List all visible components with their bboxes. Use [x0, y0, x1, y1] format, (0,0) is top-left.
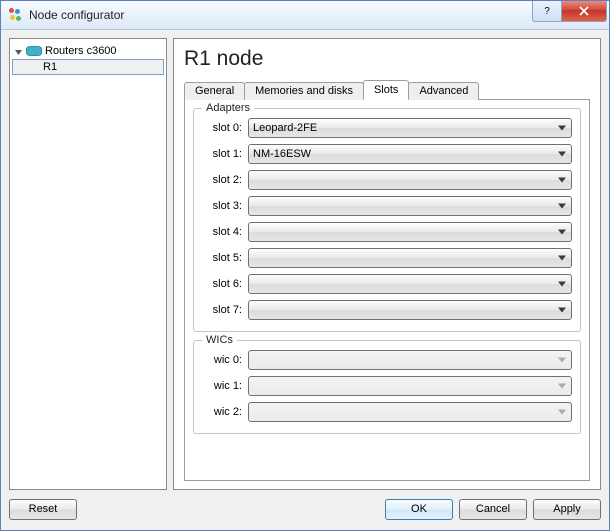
tab-advanced[interactable]: Advanced: [408, 82, 479, 100]
window-body: Routers c3600 R1 R1 node General Memorie…: [1, 30, 609, 530]
slot-row-7: slot 7:: [202, 299, 572, 321]
tree-node-r1[interactable]: R1: [12, 59, 164, 75]
chevron-down-icon: [558, 178, 566, 183]
slot-label-5: slot 5:: [202, 252, 248, 264]
group-wics-title: WICs: [202, 334, 237, 346]
app-icon: [7, 7, 23, 23]
chevron-down-icon: [558, 282, 566, 287]
window-controls: ?: [532, 1, 607, 21]
chevron-down-icon: [558, 384, 566, 389]
chevron-down-icon: [558, 126, 566, 131]
node-configurator-window: Node configurator ? Routers c3600: [0, 0, 610, 531]
tree-root-label: Routers c3600: [45, 45, 117, 57]
wic-label-1: wic 1:: [202, 380, 248, 392]
page-title: R1 node: [184, 47, 590, 70]
slot-label-4: slot 4:: [202, 226, 248, 238]
wic-label-2: wic 2:: [202, 406, 248, 418]
slot-value-0: Leopard-2FE: [253, 122, 317, 134]
cancel-button[interactable]: Cancel: [459, 499, 527, 520]
wic-label-0: wic 0:: [202, 354, 248, 366]
slot-select-2[interactable]: [248, 170, 572, 190]
close-icon: [579, 6, 589, 16]
slot-row-5: slot 5:: [202, 247, 572, 269]
wic-row-1: wic 1:: [202, 375, 572, 397]
content-panel: R1 node General Memories and disks Slots…: [173, 38, 601, 490]
slot-select-5[interactable]: [248, 248, 572, 268]
slot-select-7[interactable]: [248, 300, 572, 320]
reset-button[interactable]: Reset: [9, 499, 77, 520]
chevron-down-icon: [558, 410, 566, 415]
slot-label-3: slot 3:: [202, 200, 248, 212]
chevron-down-icon: [558, 204, 566, 209]
slot-label-1: slot 1:: [202, 148, 248, 160]
chevron-down-icon: [558, 152, 566, 157]
router-icon: [26, 46, 42, 56]
slot-select-4[interactable]: [248, 222, 572, 242]
titlebar: Node configurator ?: [1, 1, 609, 30]
dialog-footer: Reset OK Cancel Apply: [9, 496, 601, 522]
chevron-down-icon: [558, 256, 566, 261]
slot-select-3[interactable]: [248, 196, 572, 216]
wic-select-0: [248, 350, 572, 370]
slot-label-2: slot 2:: [202, 174, 248, 186]
chevron-down-icon: [558, 230, 566, 235]
slot-select-0[interactable]: Leopard-2FE: [248, 118, 572, 138]
slot-row-2: slot 2:: [202, 169, 572, 191]
help-icon: ?: [544, 6, 550, 17]
tab-content-slots: Adapters slot 0: Leopard-2FE slot 1: NM-16E…: [184, 100, 590, 481]
wic-select-2: [248, 402, 572, 422]
slot-row-6: slot 6:: [202, 273, 572, 295]
apply-button[interactable]: Apply: [533, 499, 601, 520]
group-adapters-title: Adapters: [202, 102, 254, 114]
group-adapters: Adapters slot 0:Leopard-2FEslot 1:NM-16E…: [193, 108, 581, 332]
slot-row-1: slot 1: NM-16ESW: [202, 143, 572, 165]
tab-bar: General Memories and disks Slots Advance…: [184, 78, 590, 100]
slot-value-1: NM-16ESW: [253, 148, 311, 160]
help-button[interactable]: ?: [532, 1, 561, 22]
slot-label-7: slot 7:: [202, 304, 248, 316]
wic-row-2: wic 2:: [202, 401, 572, 423]
slot-row-3: slot 3:: [202, 195, 572, 217]
tab-memories[interactable]: Memories and disks: [244, 82, 364, 100]
group-wics: WICs wic 0:wic 1:wic 2:: [193, 340, 581, 434]
slot-row-0: slot 0: Leopard-2FE: [202, 117, 572, 139]
expander-icon[interactable]: [14, 47, 23, 56]
wic-select-1: [248, 376, 572, 396]
main-area: Routers c3600 R1 R1 node General Memorie…: [9, 38, 601, 490]
tree-root-routers[interactable]: Routers c3600: [12, 43, 164, 59]
close-button[interactable]: [561, 1, 607, 22]
slot-select-1[interactable]: NM-16ESW: [248, 144, 572, 164]
ok-button[interactable]: OK: [385, 499, 453, 520]
slot-label-0: slot 0:: [202, 122, 248, 134]
slot-select-6[interactable]: [248, 274, 572, 294]
slot-row-4: slot 4:: [202, 221, 572, 243]
tree-child-label: R1: [43, 61, 57, 73]
window-title: Node configurator: [29, 8, 532, 22]
wic-row-0: wic 0:: [202, 349, 572, 371]
slot-label-6: slot 6:: [202, 278, 248, 290]
chevron-down-icon: [558, 308, 566, 313]
chevron-down-icon: [558, 358, 566, 363]
device-tree[interactable]: Routers c3600 R1: [9, 38, 167, 490]
tab-general[interactable]: General: [184, 82, 245, 100]
tab-slots[interactable]: Slots: [363, 80, 409, 100]
